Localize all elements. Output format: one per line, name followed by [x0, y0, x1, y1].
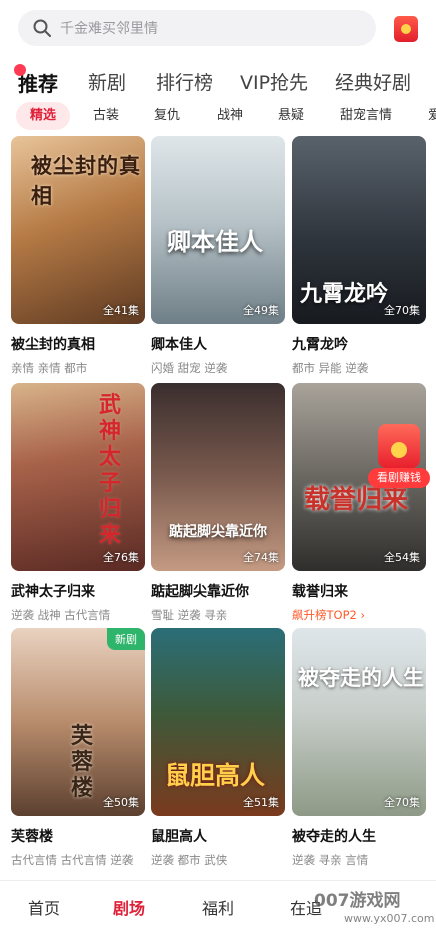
- chip-suspense[interactable]: 悬疑: [278, 102, 304, 130]
- poster-title: 踮起脚尖靠近你: [169, 524, 267, 540]
- chip-revenge[interactable]: 复仇: [154, 102, 180, 130]
- poster-title: 芙蓉楼: [71, 724, 94, 801]
- poster-image: 卿本佳人 全49集: [151, 136, 285, 324]
- rank-label[interactable]: 飙升榜TOP2 ›: [292, 607, 426, 623]
- episode-count: 全54集: [384, 551, 420, 564]
- card-tags: 亲情 亲情 都市: [11, 361, 88, 375]
- search-icon: [33, 19, 51, 37]
- drama-card[interactable]: 卿本佳人 全49集 卿本佳人 闪婚 甜宠 逆袭: [151, 136, 285, 376]
- tab-vip[interactable]: VIP抢先: [240, 68, 308, 95]
- episode-count: 全50集: [103, 796, 139, 809]
- card-tags: 古代言情 古代言情 逆袭: [11, 853, 134, 867]
- drama-card[interactable]: 芙蓉楼 新剧 全50集 芙蓉楼 古代言情 古代言情 逆袭: [11, 628, 145, 868]
- card-title: 踮起脚尖靠近你: [151, 584, 249, 600]
- episode-count: 全41集: [103, 304, 139, 317]
- drama-card[interactable]: 武神太子归来 全76集 武神太子归来 逆袭 战神 古代言情: [11, 383, 145, 623]
- poster-title: 九霄龙吟: [300, 282, 389, 307]
- search-placeholder: 千金难买邻里情: [60, 21, 158, 37]
- chip-romance[interactable]: 甜宠言情: [340, 102, 392, 130]
- card-title: 卿本佳人: [151, 337, 207, 353]
- main-tabs: 推荐 新剧 排行榜 VIP抢先 经典好剧: [0, 60, 436, 104]
- tab-classic[interactable]: 经典好剧: [335, 68, 411, 95]
- tab-new[interactable]: 新剧: [88, 68, 126, 95]
- drama-card[interactable]: 被尘封的真相 全41集 被尘封的真相 亲情 亲情 都市: [11, 136, 145, 376]
- poster-image: 被夺走的人生 全70集: [292, 628, 426, 816]
- poster-image: 踮起脚尖靠近你 全74集: [151, 383, 285, 571]
- category-chips: 精选 古装 复仇 战神 悬疑 甜宠言情 爱: [0, 102, 436, 132]
- red-envelope-icon: [378, 424, 420, 468]
- poster-title: 卿本佳人: [167, 228, 263, 256]
- poster-image: 芙蓉楼 新剧 全50集: [11, 628, 145, 816]
- nav-home[interactable]: 首页: [28, 895, 60, 919]
- poster-title: 武神太子归来: [99, 393, 122, 548]
- poster-image: 九霄龙吟 全70集: [292, 136, 426, 324]
- new-badge: 新剧: [107, 628, 145, 650]
- episode-count: 全74集: [243, 551, 279, 564]
- watermark: 007游戏网 www.yx007.com: [310, 880, 436, 930]
- gift-icon[interactable]: [394, 16, 418, 42]
- promo-label: 看剧赚钱: [368, 468, 430, 488]
- card-title: 九霄龙吟: [292, 337, 348, 353]
- card-tags: 逆袭 寻亲 言情: [292, 853, 369, 867]
- episode-count: 全76集: [103, 551, 139, 564]
- card-tags: 都市 异能 逆袭: [292, 361, 369, 375]
- search-input[interactable]: 千金难买邻里情: [18, 10, 376, 46]
- poster-title: 被尘封的真相: [31, 154, 141, 208]
- drama-card[interactable]: 九霄龙吟 全70集 九霄龙吟 都市 异能 逆袭: [292, 136, 426, 376]
- card-title: 芙蓉楼: [11, 829, 53, 845]
- drama-card[interactable]: 载誉归来 全54集 载誉归来 飙升榜TOP2 ›: [292, 383, 426, 623]
- card-title: 鼠胆高人: [151, 829, 207, 845]
- card-tags: 逆袭 战神 古代言情: [11, 608, 111, 622]
- episode-count: 全70集: [384, 796, 420, 809]
- watch-earn-promo[interactable]: 看剧赚钱: [368, 424, 430, 490]
- episode-count: 全70集: [384, 304, 420, 317]
- nav-theater[interactable]: 剧场: [113, 895, 145, 919]
- episode-count: 全51集: [243, 796, 279, 809]
- chip-more[interactable]: 爱: [428, 102, 436, 130]
- chip-featured[interactable]: 精选: [16, 102, 71, 130]
- poster-image: 被尘封的真相 全41集: [11, 136, 145, 324]
- poster-title: 鼠胆高人: [165, 761, 266, 790]
- drama-card[interactable]: 被夺走的人生 全70集 被夺走的人生 逆袭 寻亲 言情: [292, 628, 426, 868]
- card-title: 武神太子归来: [11, 584, 95, 600]
- chip-war-god[interactable]: 战神: [217, 102, 243, 130]
- card-tags: 逆袭 都市 武侠: [151, 853, 228, 867]
- chip-costume[interactable]: 古装: [93, 102, 119, 130]
- poster-image: 鼠胆高人 全51集: [151, 628, 285, 816]
- card-tags: 雪耻 逆袭 寻亲: [151, 608, 228, 622]
- episode-count: 全49集: [243, 304, 279, 317]
- tab-ranking[interactable]: 排行榜: [156, 68, 213, 95]
- search-bar-row: 千金难买邻里情: [0, 0, 436, 58]
- tab-indicator-dot: [14, 64, 26, 76]
- watermark-url: www.yx007.com: [344, 912, 435, 925]
- card-title: 被夺走的人生: [292, 829, 376, 845]
- nav-welfare[interactable]: 福利: [202, 895, 234, 919]
- drama-card[interactable]: 鼠胆高人 全51集 鼠胆高人 逆袭 都市 武侠: [151, 628, 285, 868]
- watermark-title: 007游戏网: [314, 891, 401, 911]
- poster-image: 武神太子归来 全76集: [11, 383, 145, 571]
- card-title: 载誉归来: [292, 584, 348, 600]
- drama-card[interactable]: 踮起脚尖靠近你 全74集 踮起脚尖靠近你 雪耻 逆袭 寻亲: [151, 383, 285, 623]
- poster-title: 被夺走的人生: [298, 666, 424, 690]
- card-tags: 闪婚 甜宠 逆袭: [151, 361, 228, 375]
- card-title: 被尘封的真相: [11, 337, 95, 353]
